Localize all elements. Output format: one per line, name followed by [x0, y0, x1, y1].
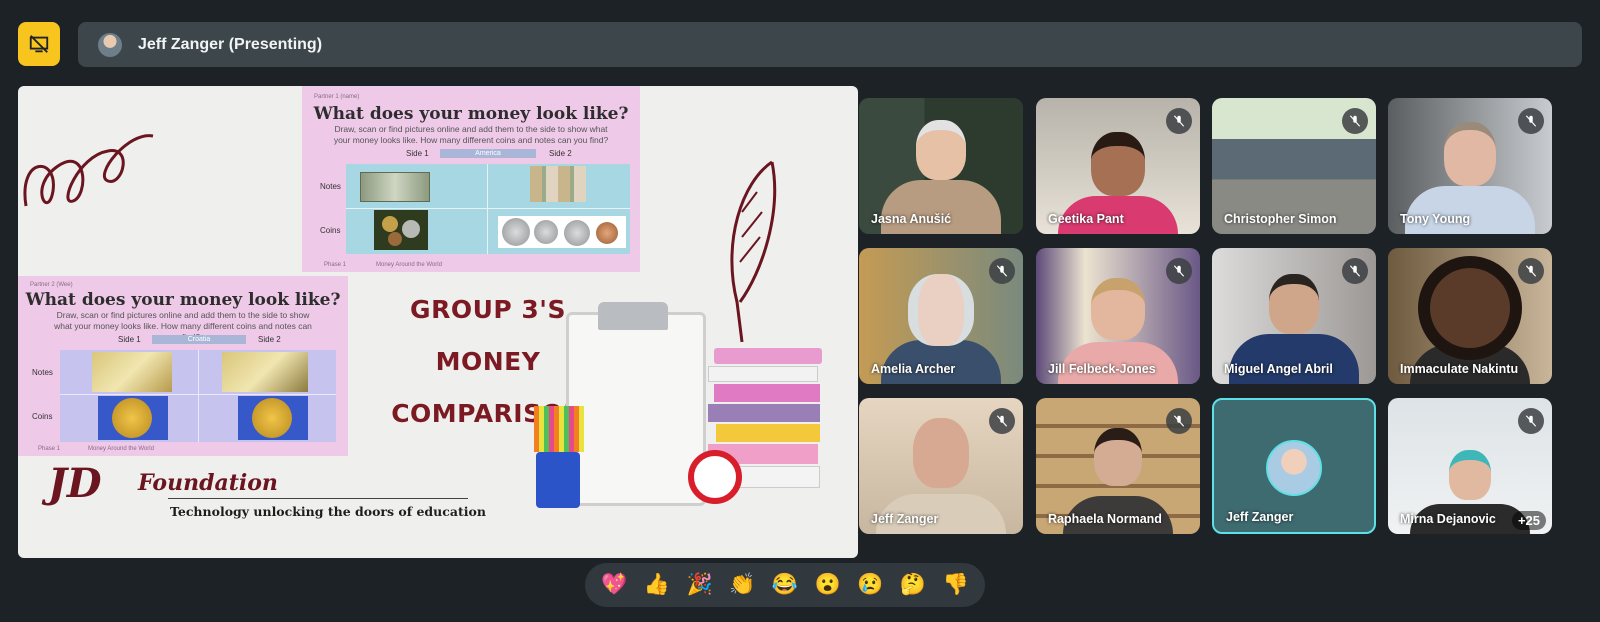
- participant-avatar: [1266, 440, 1322, 496]
- mic-off-icon: [1342, 258, 1368, 284]
- presenter-bar: Jeff Zanger (Presenting): [78, 22, 1582, 67]
- presenter-name: Jeff Zanger (Presenting): [138, 35, 323, 53]
- participant-tile[interactable]: Amelia Archer: [859, 248, 1023, 384]
- participant-tile[interactable]: Miguel Angel Abril: [1212, 248, 1376, 384]
- reaction-cry-icon[interactable]: 😢: [852, 567, 888, 603]
- side-1-label: Side 1: [118, 335, 141, 344]
- notes-label: Notes: [32, 368, 53, 377]
- reaction-laugh-icon[interactable]: 😂: [767, 567, 803, 603]
- participant-tile[interactable]: Tony Young: [1388, 98, 1552, 234]
- card-footer-title: Money Around the World: [376, 262, 442, 268]
- reaction-clap-icon[interactable]: 👏: [724, 567, 760, 603]
- participant-tile-self[interactable]: Jeff Zanger: [1212, 398, 1376, 534]
- notes-label: Notes: [320, 182, 341, 191]
- swirl-decoration: [23, 134, 154, 207]
- mic-off-icon: [1518, 258, 1544, 284]
- present-off-icon: [29, 35, 49, 53]
- card-footer-title: Money Around the World: [88, 446, 154, 452]
- croatia-money-card: Partner 2 (Wee) What does your money loo…: [18, 276, 348, 456]
- participant-name: Miguel Angel Abril: [1224, 362, 1333, 376]
- logo-name: Foundation: [138, 470, 278, 496]
- mic-off-icon: [1342, 108, 1368, 134]
- participant-tile[interactable]: Geetika Pant: [1036, 98, 1200, 234]
- participant-name: Jeff Zanger: [871, 512, 939, 526]
- mic-off-icon: [1166, 108, 1192, 134]
- reaction-surprised-icon[interactable]: 😮: [810, 567, 846, 603]
- reaction-thumbs-down-icon[interactable]: 👎: [938, 567, 974, 603]
- card-caption: Partner 1 (name): [314, 94, 360, 100]
- presenter-avatar: [98, 32, 122, 57]
- shared-screen: Partner 1 (name) What does your money lo…: [18, 86, 858, 558]
- participant-tile[interactable]: Jeff Zanger: [859, 398, 1023, 534]
- participant-tile[interactable]: Jill Felbeck-Jones: [1036, 248, 1200, 384]
- reactions-bar: 💖 👍 🎉 👏 😂 😮 😢 🤔 👎: [585, 563, 985, 607]
- card-footer-phase: Phase 1: [38, 446, 61, 452]
- participant-name: Immaculate Nakintu: [1400, 362, 1519, 376]
- mic-off-icon: [989, 408, 1015, 434]
- participant-name: Christopher Simon: [1224, 212, 1337, 226]
- stop-presenting-button[interactable]: [18, 22, 60, 66]
- reaction-thinking-icon[interactable]: 🤔: [895, 567, 931, 603]
- alarm-clock-illustration: [688, 450, 742, 504]
- card-caption: Partner 2 (Wee): [30, 282, 73, 288]
- mic-off-icon: [1166, 408, 1192, 434]
- participant-name: Jill Felbeck-Jones: [1048, 362, 1156, 376]
- side-2-label: Side 2: [258, 335, 281, 344]
- dollar-bill-image: [360, 172, 430, 202]
- logo-tagline: Technology unlocking the doors of educat…: [170, 504, 486, 519]
- euro-note-front-image: [92, 352, 172, 392]
- america-money-card: Partner 1 (name) What does your money lo…: [302, 86, 640, 272]
- pencil-cup-illustration: [536, 452, 580, 508]
- participant-name: Jasna Anušić: [871, 212, 952, 226]
- participant-name: Tony Young: [1400, 212, 1471, 226]
- participant-name: Jeff Zanger: [1226, 510, 1294, 524]
- participant-tile[interactable]: Immaculate Nakintu: [1388, 248, 1552, 384]
- clipboard-clip: [598, 302, 668, 330]
- euro-note-back-image: [222, 352, 308, 392]
- card-footer-phase: Phase 1: [324, 262, 347, 268]
- reaction-heart-icon[interactable]: 💖: [596, 567, 632, 603]
- clipboard-illustration: [566, 312, 706, 506]
- mic-off-icon: [1166, 258, 1192, 284]
- side-2-label: Side 2: [549, 149, 572, 158]
- country-label: Croatia: [152, 335, 246, 344]
- logo-divider: [168, 498, 468, 499]
- participant-tile[interactable]: Mirna Dejanovic +25: [1388, 398, 1552, 534]
- side-1-label: Side 1: [406, 149, 429, 158]
- participant-name: Geetika Pant: [1048, 212, 1124, 226]
- participant-name: Mirna Dejanovic: [1400, 512, 1496, 526]
- mic-off-icon: [1518, 408, 1544, 434]
- participant-name: Raphaela Normand: [1048, 512, 1162, 526]
- card-title: What does your money look like?: [313, 104, 629, 124]
- logo-mark: JD: [48, 460, 102, 507]
- mic-off-icon: [989, 258, 1015, 284]
- bills-image: [530, 166, 586, 202]
- country-label: America: [440, 149, 536, 158]
- participant-name: Amelia Archer: [871, 362, 956, 376]
- reaction-thumbs-up-icon[interactable]: 👍: [639, 567, 675, 603]
- participant-tile[interactable]: Jasna Anušić: [859, 98, 1023, 234]
- card-title: What does your money look like?: [25, 290, 341, 310]
- reaction-party-icon[interactable]: 🎉: [682, 567, 718, 603]
- more-participants-badge[interactable]: +25: [1511, 511, 1546, 530]
- mic-off-icon: [1518, 108, 1544, 134]
- coins-label: Coins: [32, 412, 53, 421]
- participant-tile[interactable]: Raphaela Normand: [1036, 398, 1200, 534]
- coins-label: Coins: [320, 226, 341, 235]
- participant-tile[interactable]: Christopher Simon: [1212, 98, 1376, 234]
- card-description: Draw, scan or find pictures online and a…: [333, 124, 609, 145]
- feather-illustration: [730, 160, 777, 343]
